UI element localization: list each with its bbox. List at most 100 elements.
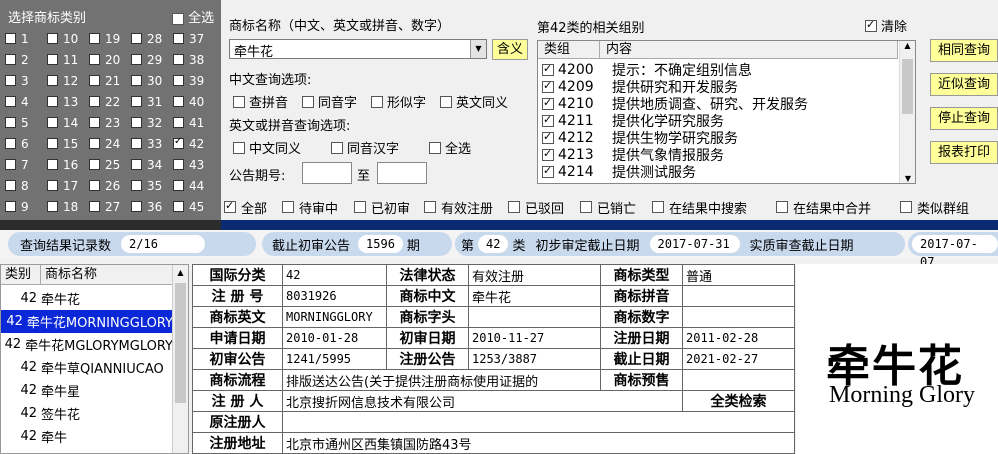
checkbox[interactable] [5,33,16,44]
filter-2[interactable]: 已初审 [354,198,424,217]
group-row[interactable]: 4214 提供测试服务 [542,163,696,181]
checkbox[interactable] [47,33,58,44]
checkbox[interactable] [89,33,100,44]
class-checkbox-21[interactable]: 21 [89,70,131,91]
checkbox[interactable] [5,201,16,212]
class-checkbox-14[interactable]: 14 [47,112,89,133]
checkbox[interactable] [5,54,16,65]
class-checkbox-16[interactable]: 16 [47,154,89,175]
result-row[interactable]: 42 签牛花 [1,402,173,425]
class-checkbox-30[interactable]: 30 [131,70,173,91]
class-checkbox-20[interactable]: 20 [89,49,131,70]
filter-checkbox[interactable] [282,201,294,213]
result-row[interactable]: 42 牵牛花MORNINGGLORY [1,310,173,333]
filter-4[interactable]: 已驳回 [508,198,580,217]
report-print-button[interactable]: 报表打印 [930,141,998,164]
class-checkbox-2[interactable]: 2 [5,49,47,70]
filter-checkbox[interactable] [776,201,788,213]
group-checkbox[interactable] [542,113,554,127]
class-checkbox-22[interactable]: 22 [89,91,131,112]
clear-checkbox[interactable]: 清除 [865,16,907,35]
stop-search-button[interactable]: 停止查询 [930,107,998,130]
opt-pinyin[interactable]: 查拼音 [233,92,288,111]
filter-7[interactable]: 在结果中合并 [776,198,900,217]
checkbox[interactable] [47,138,58,149]
group-row[interactable]: 4209提供研究和开发服务 [542,78,738,96]
group-checkbox[interactable] [542,96,554,110]
name-select[interactable]: 牵牛花 [229,39,487,60]
checkbox[interactable] [131,201,142,212]
class-checkbox-3[interactable]: 3 [5,70,47,91]
result-row[interactable]: 42 牵牛星 [1,379,173,402]
opt-similar-shape[interactable]: 形似字 [371,92,426,111]
filter-checkbox[interactable] [354,201,366,213]
checkbox[interactable] [173,201,184,212]
checkbox[interactable] [89,180,100,191]
result-list[interactable]: 类别 商标名称 42 牵牛花 42 牵牛花MORNINGGLORY 42 牵牛花MGLOR… [0,264,189,454]
checkbox[interactable] [47,180,58,191]
result-row[interactable]: 42 牵牛 [1,425,173,448]
class-checkbox-24[interactable]: 24 [89,133,131,154]
scroll-thumb[interactable] [175,283,186,403]
checkbox[interactable] [5,138,16,149]
checkbox[interactable] [131,54,142,65]
checkbox[interactable] [173,136,184,149]
checkbox[interactable] [5,117,16,128]
checkbox[interactable] [131,180,142,191]
class-checkbox-19[interactable]: 19 [89,28,131,49]
similar-search-button[interactable]: 近似查询 [930,73,998,96]
checkbox[interactable] [5,159,16,170]
class-checkbox-11[interactable]: 11 [47,49,89,70]
groups-scrollbar[interactable]: ▲ ▼ [899,41,915,183]
class-checkbox-31[interactable]: 31 [131,91,173,112]
filter-checkbox[interactable] [224,199,236,213]
checkbox[interactable] [173,33,184,44]
checkbox[interactable] [173,54,184,65]
checkbox[interactable] [173,180,184,191]
checkbox[interactable] [173,75,184,86]
checkbox[interactable] [131,75,142,86]
all-class-search-button[interactable]: 全类检索 [682,390,795,412]
checkbox[interactable] [173,117,184,128]
class-checkbox-8[interactable]: 8 [5,175,47,196]
class-checkbox-45[interactable]: 45 [173,196,215,217]
filter-3[interactable]: 有效注册 [424,198,508,217]
checkbox[interactable] [131,138,142,149]
class-checkbox-4[interactable]: 4 [5,91,47,112]
group-row[interactable]: 4213提供气象情报服务 [542,146,724,164]
class-checkbox-29[interactable]: 29 [131,49,173,70]
dropdown-arrow-icon[interactable]: ▼ [470,40,486,58]
group-checkbox[interactable] [542,79,554,93]
class-checkbox-34[interactable]: 34 [131,154,173,175]
class-checkbox-1[interactable]: 1 [5,28,47,49]
group-checkbox[interactable] [542,130,554,144]
group-checkbox[interactable] [542,62,554,76]
checkbox[interactable] [47,54,58,65]
groups-list[interactable]: 类组 内容 4200提示：不确定组别信息4209提供研究和开发服务4210提供地… [537,40,916,184]
checkbox[interactable] [5,96,16,107]
class-checkbox-36[interactable]: 36 [131,196,173,217]
class-checkbox-33[interactable]: 33 [131,133,173,154]
checkbox[interactable] [89,96,100,107]
class-checkbox-42[interactable]: 42 [173,133,215,154]
class-checkbox-41[interactable]: 41 [173,112,215,133]
group-row[interactable]: 4211提供化学研究服务 [542,112,724,130]
class-checkbox-27[interactable]: 27 [89,196,131,217]
class-checkbox-18[interactable]: 18 [47,196,89,217]
checkbox[interactable] [89,117,100,128]
checkbox[interactable] [47,75,58,86]
filter-6[interactable]: 在结果中搜索 [652,198,776,217]
scroll-up-icon[interactable]: ▲ [173,265,188,281]
class-checkbox-40[interactable]: 40 [173,91,215,112]
checkbox[interactable] [47,159,58,170]
checkbox[interactable] [89,138,100,149]
filter-checkbox[interactable] [652,201,664,213]
group-checkbox[interactable] [542,164,554,178]
result-scrollbar[interactable]: ▲ [172,265,188,453]
class-checkbox-6[interactable]: 6 [5,133,47,154]
class-checkbox-26[interactable]: 26 [89,175,131,196]
same-search-button[interactable]: 相同查询 [930,39,998,62]
class-checkbox-35[interactable]: 35 [131,175,173,196]
result-row[interactable]: 42 牵牛花MGLORYMGLORY [1,333,173,356]
class-checkbox-37[interactable]: 37 [173,28,215,49]
